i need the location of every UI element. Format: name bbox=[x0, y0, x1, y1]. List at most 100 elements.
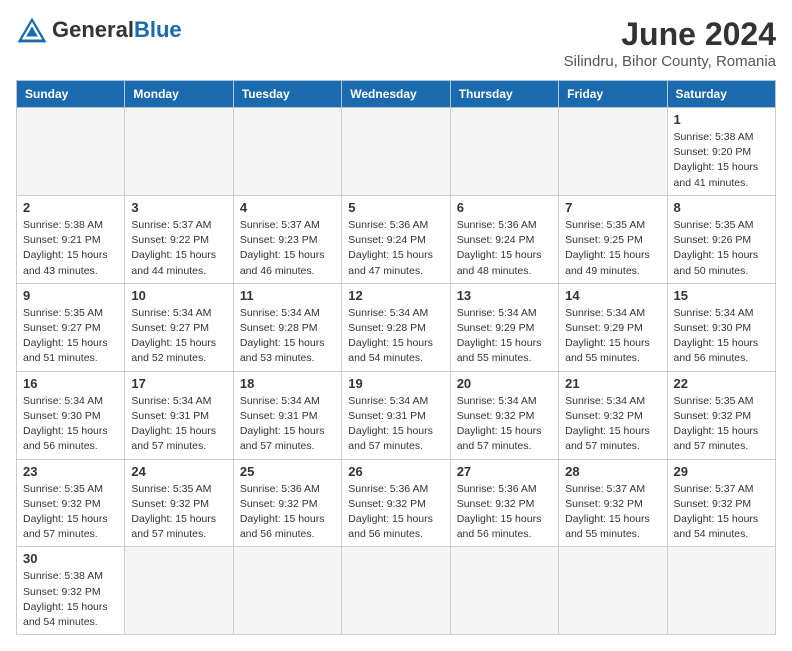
day-number: 22 bbox=[674, 376, 769, 391]
day-number: 3 bbox=[131, 200, 226, 215]
calendar-table: SundayMondayTuesdayWednesdayThursdayFrid… bbox=[16, 80, 776, 635]
day-info: Sunrise: 5:34 AM Sunset: 9:29 PM Dayligh… bbox=[565, 306, 660, 367]
day-number: 28 bbox=[565, 464, 660, 479]
day-number: 6 bbox=[457, 200, 552, 215]
calendar-cell: 2Sunrise: 5:38 AM Sunset: 9:21 PM Daylig… bbox=[17, 195, 125, 283]
day-info: Sunrise: 5:38 AM Sunset: 9:21 PM Dayligh… bbox=[23, 218, 118, 279]
calendar-cell: 3Sunrise: 5:37 AM Sunset: 9:22 PM Daylig… bbox=[125, 195, 233, 283]
day-number: 17 bbox=[131, 376, 226, 391]
calendar-cell bbox=[125, 547, 233, 635]
calendar-cell bbox=[233, 547, 341, 635]
day-number: 18 bbox=[240, 376, 335, 391]
calendar-cell bbox=[342, 547, 450, 635]
day-info: Sunrise: 5:36 AM Sunset: 9:24 PM Dayligh… bbox=[348, 218, 443, 279]
calendar-cell: 14 Sunrise: 5:34 AM Sunset: 9:29 PM Dayli… bbox=[559, 283, 667, 371]
day-number: 4 bbox=[240, 200, 335, 215]
day-info: Sunrise: 5:36 AM Sunset: 9:32 PM Dayligh… bbox=[348, 482, 443, 543]
day-info: Sunrise: 5:35 AM Sunset: 9:32 PM Dayligh… bbox=[23, 482, 118, 543]
logo-text: GeneralBlue bbox=[52, 17, 182, 43]
calendar-cell: 26 Sunrise: 5:36 AM Sunset: 9:32 PM Dayli… bbox=[342, 459, 450, 547]
day-number: 8 bbox=[674, 200, 769, 215]
day-number: 9 bbox=[23, 288, 118, 303]
calendar-header-row: SundayMondayTuesdayWednesdayThursdayFrid… bbox=[17, 81, 776, 108]
day-info: Sunrise: 5:34 AM Sunset: 9:31 PM Dayligh… bbox=[131, 394, 226, 455]
day-info: Sunrise: 5:35 AM Sunset: 9:32 PM Dayligh… bbox=[674, 394, 769, 455]
calendar-cell: 7 Sunrise: 5:35 AM Sunset: 9:25 PM Daylig… bbox=[559, 195, 667, 283]
calendar-cell: 20Sunrise: 5:34 AM Sunset: 9:32 PM Dayli… bbox=[450, 371, 558, 459]
day-info: Sunrise: 5:38 AM Sunset: 9:32 PM Dayligh… bbox=[23, 569, 118, 630]
day-info: Sunrise: 5:34 AM Sunset: 9:30 PM Dayligh… bbox=[674, 306, 769, 367]
day-number: 7 bbox=[565, 200, 660, 215]
day-info: Sunrise: 5:34 AM Sunset: 9:27 PM Dayligh… bbox=[131, 306, 226, 367]
day-info: Sunrise: 5:35 AM Sunset: 9:32 PM Dayligh… bbox=[131, 482, 226, 543]
calendar-week-row: 1 Sunrise: 5:38 AM Sunset: 9:20 PM Daylig… bbox=[17, 108, 776, 196]
calendar-cell bbox=[559, 547, 667, 635]
calendar-cell: 19 Sunrise: 5:34 AM Sunset: 9:31 PM Dayli… bbox=[342, 371, 450, 459]
location-subtitle: Silindru, Bihor County, Romania bbox=[564, 53, 776, 70]
day-info: Sunrise: 5:36 AM Sunset: 9:32 PM Dayligh… bbox=[457, 482, 552, 543]
calendar-cell: 29 Sunrise: 5:37 AM Sunset: 9:32 PM Dayli… bbox=[667, 459, 775, 547]
calendar-cell bbox=[233, 108, 341, 196]
calendar-cell: 21 Sunrise: 5:34 AM Sunset: 9:32 PM Dayli… bbox=[559, 371, 667, 459]
day-number: 25 bbox=[240, 464, 335, 479]
day-number: 26 bbox=[348, 464, 443, 479]
day-number: 15 bbox=[674, 288, 769, 303]
day-info: Sunrise: 5:34 AM Sunset: 9:29 PM Dayligh… bbox=[457, 306, 552, 367]
weekday-header-thursday: Thursday bbox=[450, 81, 558, 108]
calendar-cell bbox=[559, 108, 667, 196]
generalblue-icon bbox=[16, 16, 48, 44]
day-number: 16 bbox=[23, 376, 118, 391]
day-info: Sunrise: 5:34 AM Sunset: 9:28 PM Dayligh… bbox=[240, 306, 335, 367]
day-info: Sunrise: 5:34 AM Sunset: 9:30 PM Dayligh… bbox=[23, 394, 118, 455]
day-info: Sunrise: 5:37 AM Sunset: 9:32 PM Dayligh… bbox=[674, 482, 769, 543]
calendar-cell bbox=[450, 547, 558, 635]
weekday-header-saturday: Saturday bbox=[667, 81, 775, 108]
day-info: Sunrise: 5:38 AM Sunset: 9:20 PM Dayligh… bbox=[674, 130, 769, 191]
day-info: Sunrise: 5:35 AM Sunset: 9:26 PM Dayligh… bbox=[674, 218, 769, 279]
calendar-cell: 17 Sunrise: 5:34 AM Sunset: 9:31 PM Dayli… bbox=[125, 371, 233, 459]
calendar-cell: 30 Sunrise: 5:38 AM Sunset: 9:32 PM Dayli… bbox=[17, 547, 125, 635]
weekday-header-monday: Monday bbox=[125, 81, 233, 108]
day-number: 29 bbox=[674, 464, 769, 479]
calendar-cell: 24 Sunrise: 5:35 AM Sunset: 9:32 PM Dayli… bbox=[125, 459, 233, 547]
calendar-cell: 8 Sunrise: 5:35 AM Sunset: 9:26 PM Daylig… bbox=[667, 195, 775, 283]
calendar-cell: 1 Sunrise: 5:38 AM Sunset: 9:20 PM Daylig… bbox=[667, 108, 775, 196]
calendar-cell bbox=[125, 108, 233, 196]
calendar-cell: 22 Sunrise: 5:35 AM Sunset: 9:32 PM Dayli… bbox=[667, 371, 775, 459]
day-info: Sunrise: 5:34 AM Sunset: 9:31 PM Dayligh… bbox=[240, 394, 335, 455]
calendar-cell: 18 Sunrise: 5:34 AM Sunset: 9:31 PM Dayli… bbox=[233, 371, 341, 459]
day-number: 24 bbox=[131, 464, 226, 479]
calendar-week-row: 9Sunrise: 5:35 AM Sunset: 9:27 PM Daylig… bbox=[17, 283, 776, 371]
calendar-cell: 12Sunrise: 5:34 AM Sunset: 9:28 PM Dayli… bbox=[342, 283, 450, 371]
day-info: Sunrise: 5:35 AM Sunset: 9:25 PM Dayligh… bbox=[565, 218, 660, 279]
day-info: Sunrise: 5:37 AM Sunset: 9:32 PM Dayligh… bbox=[565, 482, 660, 543]
calendar-cell bbox=[342, 108, 450, 196]
day-number: 5 bbox=[348, 200, 443, 215]
calendar-cell: 4 Sunrise: 5:37 AM Sunset: 9:23 PM Daylig… bbox=[233, 195, 341, 283]
day-number: 30 bbox=[23, 551, 118, 566]
day-number: 14 bbox=[565, 288, 660, 303]
title-block: June 2024 Silindru, Bihor County, Romani… bbox=[564, 16, 776, 70]
day-info: Sunrise: 5:37 AM Sunset: 9:23 PM Dayligh… bbox=[240, 218, 335, 279]
calendar-cell: 10 Sunrise: 5:34 AM Sunset: 9:27 PM Dayli… bbox=[125, 283, 233, 371]
month-year-title: June 2024 bbox=[564, 16, 776, 53]
calendar-week-row: 30 Sunrise: 5:38 AM Sunset: 9:32 PM Dayli… bbox=[17, 547, 776, 635]
calendar-cell: 28 Sunrise: 5:37 AM Sunset: 9:32 PM Dayli… bbox=[559, 459, 667, 547]
day-info: Sunrise: 5:34 AM Sunset: 9:31 PM Dayligh… bbox=[348, 394, 443, 455]
weekday-header-sunday: Sunday bbox=[17, 81, 125, 108]
calendar-week-row: 16 Sunrise: 5:34 AM Sunset: 9:30 PM Dayli… bbox=[17, 371, 776, 459]
day-number: 11 bbox=[240, 288, 335, 303]
day-number: 19 bbox=[348, 376, 443, 391]
day-number: 10 bbox=[131, 288, 226, 303]
day-number: 21 bbox=[565, 376, 660, 391]
day-number: 23 bbox=[23, 464, 118, 479]
calendar-cell: 11 Sunrise: 5:34 AM Sunset: 9:28 PM Dayli… bbox=[233, 283, 341, 371]
day-info: Sunrise: 5:36 AM Sunset: 9:32 PM Dayligh… bbox=[240, 482, 335, 543]
day-info: Sunrise: 5:34 AM Sunset: 9:32 PM Dayligh… bbox=[565, 394, 660, 455]
calendar-week-row: 2Sunrise: 5:38 AM Sunset: 9:21 PM Daylig… bbox=[17, 195, 776, 283]
day-number: 1 bbox=[674, 112, 769, 127]
weekday-header-friday: Friday bbox=[559, 81, 667, 108]
calendar-cell: 16 Sunrise: 5:34 AM Sunset: 9:30 PM Dayli… bbox=[17, 371, 125, 459]
calendar-cell: 9Sunrise: 5:35 AM Sunset: 9:27 PM Daylig… bbox=[17, 283, 125, 371]
calendar-cell bbox=[450, 108, 558, 196]
